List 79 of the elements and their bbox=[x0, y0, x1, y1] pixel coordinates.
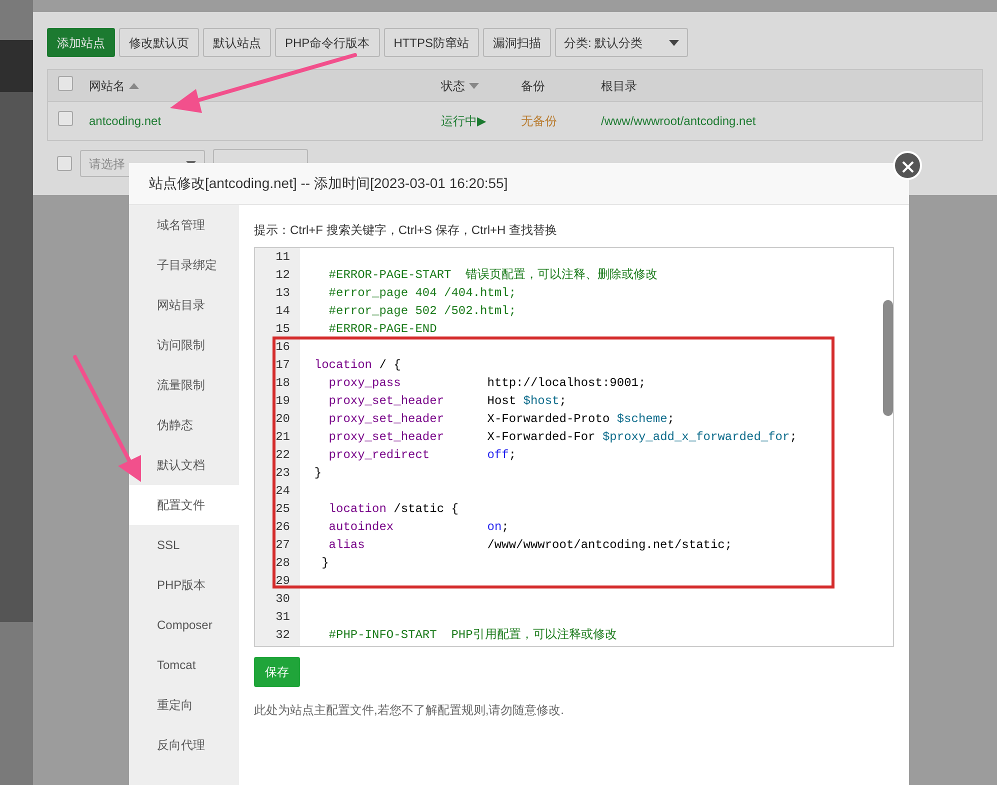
sidebar-tab[interactable]: 伪静态 bbox=[129, 405, 239, 445]
caret-icon bbox=[669, 40, 680, 46]
toolbar-button[interactable]: HTTPS防窜站 bbox=[384, 28, 480, 57]
category-select[interactable]: 分类: 默认分类 bbox=[555, 28, 688, 57]
line-number: 18 bbox=[274, 375, 291, 392]
checkbox[interactable] bbox=[57, 156, 72, 171]
line-number: 17 bbox=[274, 357, 291, 374]
sidebar-tab[interactable]: 重定向 bbox=[129, 685, 239, 725]
line-number: 13 bbox=[274, 285, 291, 302]
line-number: 19 bbox=[274, 393, 291, 410]
code-line: proxy_set_header X-Forwarded-For $proxy_add_x_forwarded_for; bbox=[328, 429, 797, 446]
line-number: 12 bbox=[274, 267, 291, 284]
code-line: proxy_set_header X-Forwarded-Proto $scheme; bbox=[328, 411, 674, 428]
line-number: 32 bbox=[274, 627, 291, 644]
column-header[interactable]: 状态 bbox=[441, 76, 479, 94]
line-number: 23 bbox=[274, 465, 291, 482]
line-number: 29 bbox=[274, 573, 291, 590]
sidebar-tab[interactable]: 配置文件 bbox=[129, 485, 239, 525]
sidebar-tab[interactable]: Tomcat bbox=[129, 645, 239, 685]
sort-icon bbox=[129, 82, 139, 88]
column-header[interactable]: 根目录 bbox=[601, 76, 637, 94]
status-link[interactable]: 运行中▶ bbox=[441, 114, 486, 128]
code-line: } bbox=[320, 555, 329, 572]
sidebar-tab[interactable]: 网站目录 bbox=[129, 285, 239, 325]
close-icon bbox=[902, 160, 914, 173]
toolbar-button[interactable]: 添加站点 bbox=[47, 28, 115, 57]
code-line: alias /www/wwwroot/antcoding.net/static; bbox=[328, 537, 732, 554]
code-line: #ERROR-PAGE-START 错误页配置，可以注释、删除或修改 bbox=[328, 267, 658, 284]
line-number: 22 bbox=[274, 447, 291, 464]
code-line: #error_page 404 /404.html; bbox=[328, 285, 516, 302]
sidebar-tab[interactable]: Composer bbox=[129, 605, 239, 645]
column-header[interactable]: 备份 bbox=[521, 76, 545, 94]
line-number: 21 bbox=[274, 429, 291, 446]
sidebar-tab[interactable]: PHP版本 bbox=[129, 565, 239, 605]
code-editor[interactable] bbox=[254, 247, 894, 647]
sidebar-tab[interactable]: 子目录绑定 bbox=[129, 245, 239, 285]
line-number: 24 bbox=[274, 483, 291, 500]
root-path-link[interactable]: /www/wwwroot/antcoding.net bbox=[601, 114, 756, 128]
column-header[interactable]: 网站名 bbox=[89, 76, 139, 94]
sidebar-tab[interactable]: 默认文档 bbox=[129, 445, 239, 485]
toolbar-button[interactable]: PHP命令行版本 bbox=[275, 28, 380, 57]
dialog-title: 站点修改[antcoding.net] -- 添加时间[2023-03-01 16:20:55] bbox=[149, 174, 508, 193]
site-link[interactable]: antcoding.net bbox=[89, 114, 162, 128]
code-line: #ERROR-PAGE-END bbox=[328, 321, 437, 338]
line-number: 14 bbox=[274, 303, 291, 320]
line-number: 11 bbox=[274, 249, 291, 266]
sidebar-tab[interactable]: 访问限制 bbox=[129, 325, 239, 365]
code-line: proxy_pass http://localhost:9001; bbox=[328, 375, 646, 392]
toolbar-button[interactable]: 漏洞扫描 bbox=[483, 28, 552, 57]
line-number: 27 bbox=[274, 537, 291, 554]
hint-text: 提示：Ctrl+F 搜索关键字，Ctrl+S 保存，Ctrl+H 查找替换 bbox=[254, 222, 558, 239]
save-button[interactable]: 保存 bbox=[254, 657, 300, 687]
sort-icon bbox=[469, 82, 479, 88]
line-number: 31 bbox=[274, 609, 291, 626]
line-number: 25 bbox=[274, 501, 291, 518]
toolbar-button[interactable]: 修改默认页 bbox=[119, 28, 199, 57]
line-number: 26 bbox=[274, 519, 291, 536]
line-number: 16 bbox=[274, 339, 291, 356]
line-number: 20 bbox=[274, 411, 291, 428]
toolbar-button[interactable]: 默认站点 bbox=[203, 28, 271, 57]
sidebar-tab[interactable]: SSL bbox=[129, 525, 239, 565]
code-line: autoindex on; bbox=[328, 519, 509, 536]
checkbox[interactable] bbox=[58, 76, 73, 90]
line-number: 30 bbox=[274, 591, 291, 608]
sidebar-tab[interactable]: 流量限制 bbox=[129, 365, 239, 405]
sidebar-tab[interactable]: 域名管理 bbox=[129, 205, 239, 245]
code-line: } bbox=[313, 465, 322, 482]
line-number: 15 bbox=[274, 321, 291, 338]
scrollbar-thumb[interactable] bbox=[883, 300, 893, 416]
sidebar-tab[interactable]: 反向代理 bbox=[129, 725, 239, 765]
warning-note: 此处为站点主配置文件,若您不了解配置规则,请勿随意修改. bbox=[254, 702, 566, 719]
code-line: proxy_redirect off; bbox=[328, 447, 516, 464]
line-number: 28 bbox=[274, 555, 291, 572]
code-line: location / { bbox=[313, 357, 401, 374]
code-line: proxy_set_header Host $host; bbox=[328, 393, 566, 410]
code-line: #PHP-INFO-START PHP引用配置，可以注释或修改 bbox=[328, 627, 617, 644]
code-line: #error_page 502 /502.html; bbox=[328, 303, 516, 320]
checkbox[interactable] bbox=[58, 111, 73, 126]
code-line: location /static { bbox=[328, 501, 458, 518]
